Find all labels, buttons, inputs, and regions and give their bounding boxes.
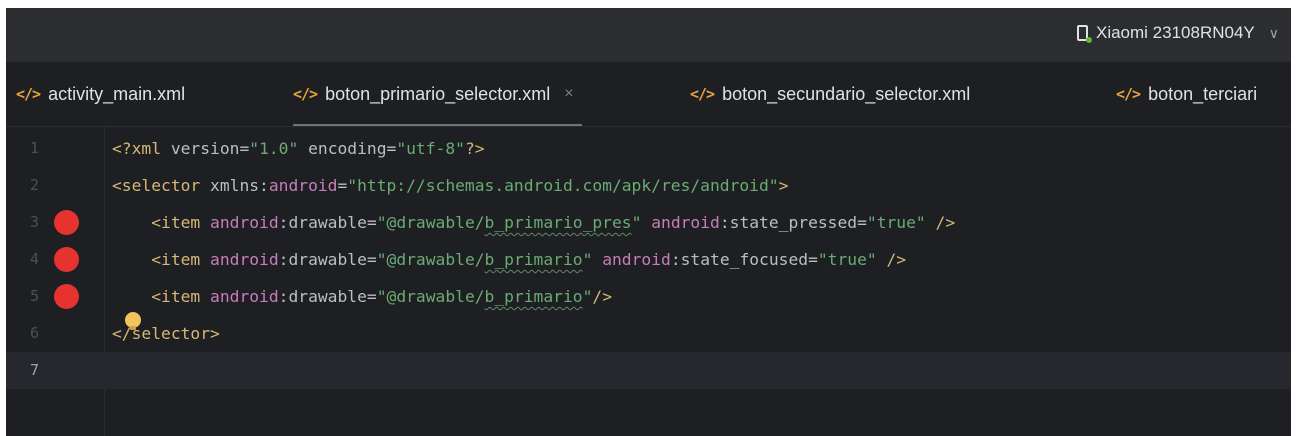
- line-number: 7: [30, 361, 40, 379]
- close-tab-icon[interactable]: ×: [564, 85, 573, 103]
- xml-file-icon: </>: [690, 85, 715, 103]
- frame-edge-top: [0, 0, 1303, 8]
- ide-window: Xiaomi 23108RN04Y ∨ </> activity_main.xm…: [6, 8, 1291, 436]
- lightbulb-icon[interactable]: [125, 312, 141, 330]
- current-code-line[interactable]: 7: [6, 352, 1291, 389]
- line-number: 3: [30, 213, 40, 231]
- code-text[interactable]: <?xml version="1.0" encoding="utf-8"?>: [112, 130, 485, 167]
- screenshot-frame: Xiaomi 23108RN04Y ∨ </> activity_main.xm…: [0, 0, 1303, 436]
- code-text[interactable]: <selector xmlns:android="http://schemas.…: [112, 167, 788, 204]
- breakpoint-icon[interactable]: [54, 247, 79, 272]
- code-line: 2 <selector xmlns:android="http://schema…: [6, 167, 1291, 204]
- code-line: 1 <?xml version="1.0" encoding="utf-8"?>: [6, 130, 1291, 167]
- xml-file-icon: </>: [16, 85, 41, 103]
- tab-boton-primario-selector[interactable]: </> boton_primario_selector.xml ×: [293, 62, 582, 126]
- tab-label: boton_secundario_selector.xml: [722, 83, 971, 104]
- code-editor[interactable]: 1 <?xml version="1.0" encoding="utf-8"?>…: [6, 127, 1291, 436]
- device-name: Xiaomi 23108RN04Y: [1095, 23, 1255, 42]
- xml-file-icon: </>: [293, 85, 318, 103]
- code-line: 4 <item android:drawable="@drawable/b_pr…: [6, 241, 1291, 278]
- tab-activity-main[interactable]: </> activity_main.xml: [16, 62, 185, 126]
- tab-label: activity_main.xml: [48, 83, 186, 104]
- tab-boton-secundario-selector[interactable]: </> boton_secundario_selector.xml: [690, 62, 970, 126]
- code-text[interactable]: <item android:drawable="@drawable/b_prim…: [112, 241, 906, 278]
- breakpoint-icon[interactable]: [54, 210, 79, 235]
- device-selector[interactable]: Xiaomi 23108RN04Y ∨: [1076, 18, 1279, 48]
- line-number: 1: [30, 139, 40, 157]
- phone-icon: [1076, 25, 1092, 43]
- code-line: 3 <item android:drawable="@drawable/b_pr…: [6, 204, 1291, 241]
- chevron-down-icon: ∨: [1268, 24, 1279, 41]
- line-number: 2: [30, 176, 40, 194]
- code-line: 5 <item android:drawable="@drawable/b_pr…: [6, 278, 1291, 315]
- tab-boton-terciario[interactable]: </> boton_terciari: [1116, 62, 1257, 126]
- title-bar: Xiaomi 23108RN04Y ∨: [6, 8, 1291, 62]
- tab-label: boton_primario_selector.xml: [325, 83, 551, 104]
- code-text[interactable]: <item android:drawable="@drawable/b_prim…: [112, 278, 612, 315]
- line-number: 6: [30, 324, 40, 342]
- frame-edge-right: [1291, 0, 1303, 436]
- line-number: 4: [30, 250, 40, 268]
- editor-tabs: </> activity_main.xml </> boton_primario…: [6, 62, 1291, 127]
- breakpoint-icon[interactable]: [54, 284, 79, 309]
- code-text[interactable]: <item android:drawable="@drawable/b_prim…: [112, 204, 955, 241]
- device-online-indicator: [1085, 37, 1092, 43]
- xml-file-icon: </>: [1116, 85, 1141, 103]
- code-line: 6 </selector>: [6, 315, 1291, 352]
- tab-label: boton_terciari: [1148, 83, 1258, 104]
- line-number: 5: [30, 287, 40, 305]
